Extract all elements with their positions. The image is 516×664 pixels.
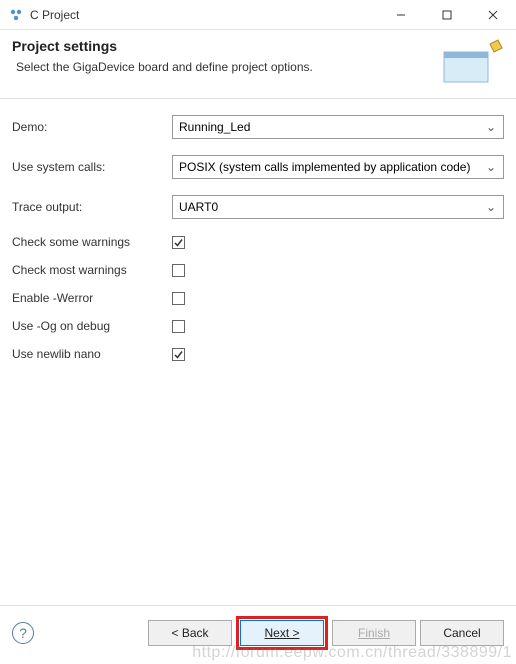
demo-value: Running_Led <box>179 120 483 134</box>
werror-checkbox[interactable] <box>172 292 185 305</box>
trace-label: Trace output: <box>12 200 172 214</box>
titlebar: C Project <box>0 0 516 30</box>
werror-label: Enable -Werror <box>12 291 172 305</box>
chevron-down-icon: ⌄ <box>483 200 499 214</box>
wizard-footer: ? < Back Next > Finish Cancel <box>0 605 516 664</box>
close-button[interactable] <box>470 0 516 29</box>
newlib-checkbox[interactable] <box>172 348 185 361</box>
app-icon <box>8 7 24 23</box>
next-button-label: Next > <box>264 626 299 640</box>
back-button[interactable]: < Back <box>148 620 232 646</box>
chevron-down-icon: ⌄ <box>483 160 499 174</box>
chevron-down-icon: ⌄ <box>483 120 499 134</box>
next-button[interactable]: Next > <box>240 620 324 646</box>
maximize-button[interactable] <box>424 0 470 29</box>
window-title: C Project <box>30 8 378 22</box>
cancel-button[interactable]: Cancel <box>420 620 504 646</box>
settings-form: Demo: Running_Led ⌄ Use system calls: PO… <box>0 99 516 361</box>
syscalls-select[interactable]: POSIX (system calls implemented by appli… <box>172 155 504 179</box>
window-controls <box>378 0 516 29</box>
next-highlight: Next > <box>236 616 328 650</box>
check-some-label: Check some warnings <box>12 235 172 249</box>
check-most-checkbox[interactable] <box>172 264 185 277</box>
syscalls-value: POSIX (system calls implemented by appli… <box>179 160 483 174</box>
minimize-button[interactable] <box>378 0 424 29</box>
finish-button: Finish <box>332 620 416 646</box>
demo-label: Demo: <box>12 120 172 134</box>
newlib-label: Use newlib nano <box>12 347 172 361</box>
trace-select[interactable]: UART0 ⌄ <box>172 195 504 219</box>
og-label: Use -Og on debug <box>12 319 172 333</box>
og-checkbox[interactable] <box>172 320 185 333</box>
page-subtitle: Select the GigaDevice board and define p… <box>16 60 432 74</box>
help-icon[interactable]: ? <box>12 622 34 644</box>
page-title: Project settings <box>12 38 432 54</box>
syscalls-label: Use system calls: <box>12 160 172 174</box>
wizard-header: Project settings Select the GigaDevice b… <box>0 30 516 99</box>
trace-value: UART0 <box>179 200 483 214</box>
wizard-banner-icon <box>440 38 504 88</box>
check-some-checkbox[interactable] <box>172 236 185 249</box>
check-most-label: Check most warnings <box>12 263 172 277</box>
demo-select[interactable]: Running_Led ⌄ <box>172 115 504 139</box>
finish-button-label: Finish <box>358 626 390 640</box>
